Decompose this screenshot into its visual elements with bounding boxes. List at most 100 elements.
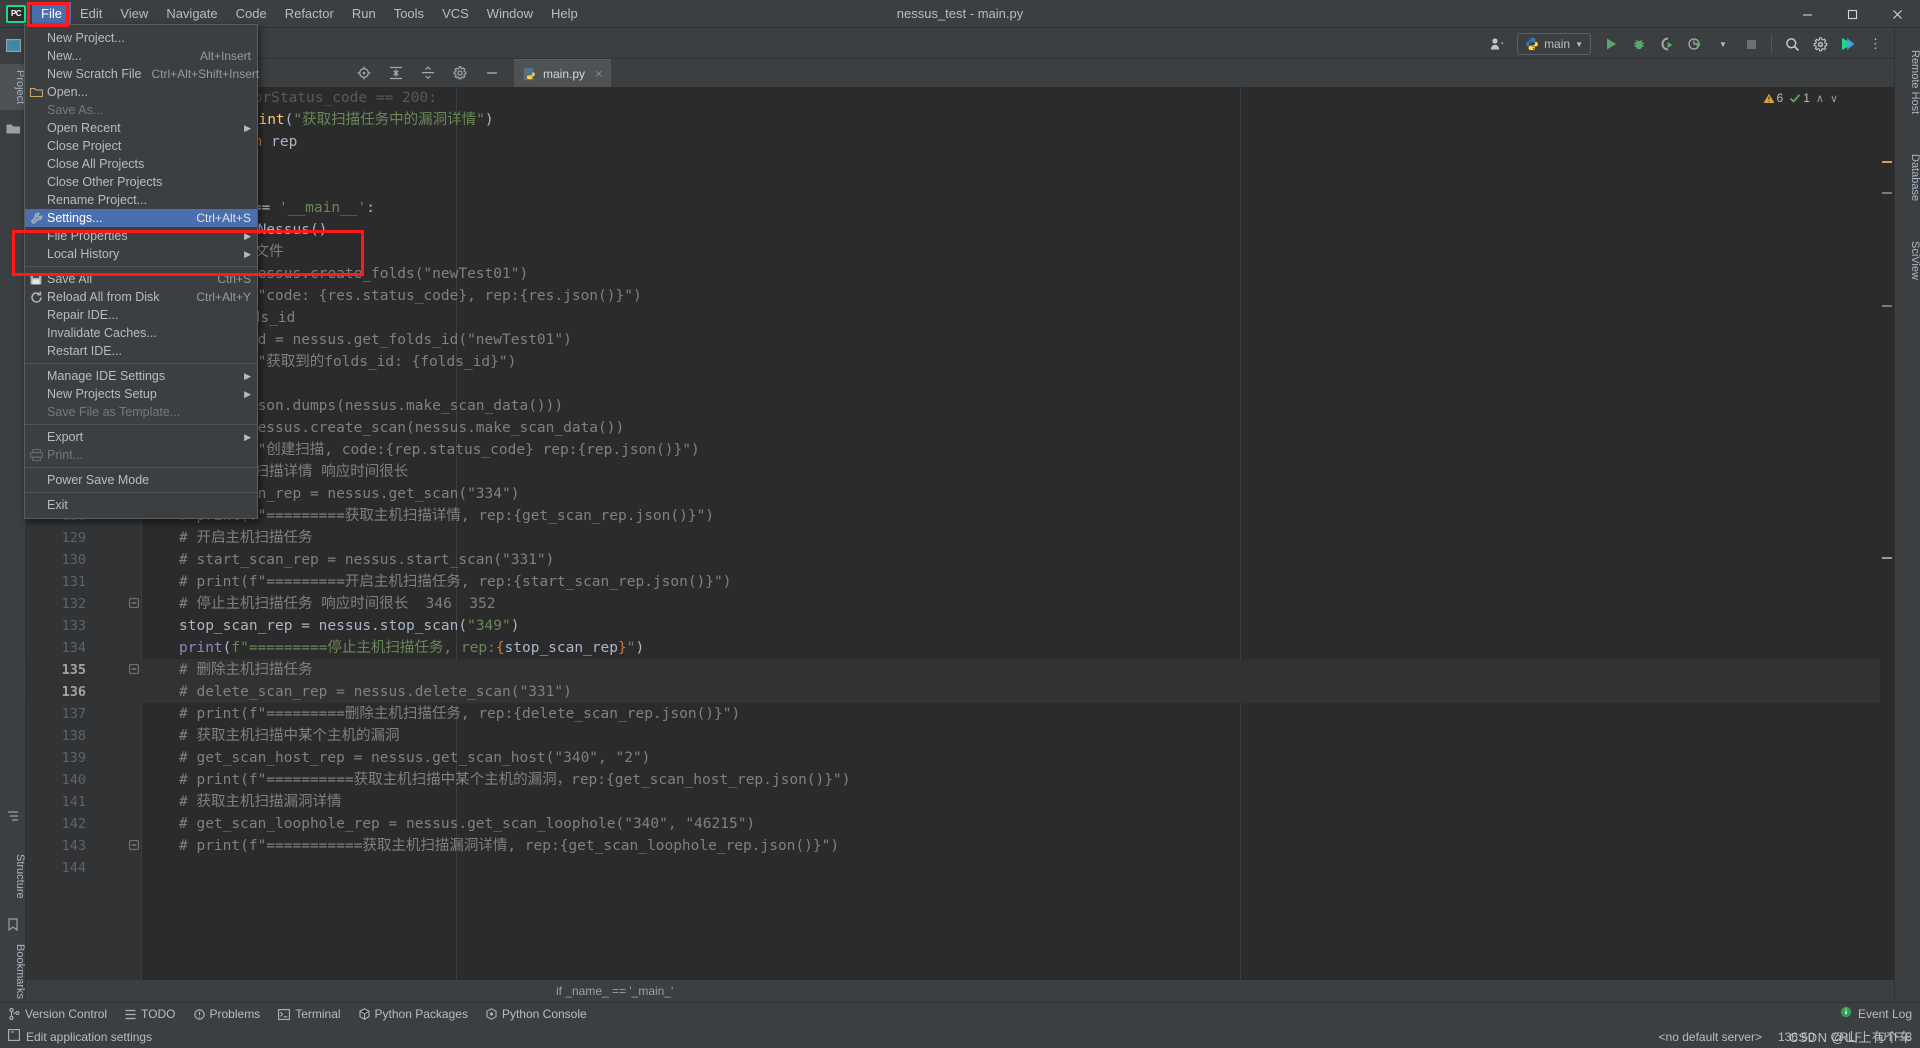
sidebar-item-bookmarks[interactable]: Bookmarks xyxy=(0,938,26,1005)
menu-item-save-all[interactable]: Save All Ctrl+S xyxy=(25,270,257,288)
menu-item-repair-ide[interactable]: Repair IDE... xyxy=(25,306,257,324)
edit-settings-icon[interactable] xyxy=(8,1029,20,1044)
menu-item-open-recent[interactable]: Open Recent ▶ xyxy=(25,119,257,137)
code-line[interactable]: 128# print(f"=========获取主机扫描详情, rep:{get… xyxy=(26,505,1894,527)
menu-vcs[interactable]: VCS xyxy=(433,2,478,26)
menu-item-close-other-projects[interactable]: Close Other Projects xyxy=(25,173,257,191)
menu-tools[interactable]: Tools xyxy=(385,2,433,26)
code-line[interactable]: 136 # delete_scan_rep = nessus.delete_sca… xyxy=(26,681,1894,703)
gear-icon[interactable] xyxy=(452,65,468,81)
bottom-item-version-control[interactable]: Version Control xyxy=(0,1003,116,1026)
profile-button[interactable] xyxy=(1683,32,1707,56)
collapse-all-icon[interactable] xyxy=(420,65,436,81)
bottom-item-python-console[interactable]: Python Console xyxy=(477,1003,596,1026)
bookmarks-folder-icon[interactable] xyxy=(0,116,26,142)
menu-edit[interactable]: Edit xyxy=(71,2,111,26)
code-line[interactable]: 113 xyxy=(26,175,1894,197)
code-line[interactable]: 135 # 删除主机扫描任务 xyxy=(26,659,1894,681)
menu-item-rename-project[interactable]: Rename Project... xyxy=(25,191,257,209)
code-line[interactable]: 114if __name__ == '__main__': xyxy=(26,197,1894,219)
menu-item-new[interactable]: New... Alt+Insert xyxy=(25,47,257,65)
search-everywhere-icon[interactable] xyxy=(1780,32,1804,56)
minimize-button[interactable] xyxy=(1785,0,1830,28)
code-line[interactable]: 116# 创建工作文件 xyxy=(26,241,1894,263)
code-line[interactable]: 133 stop_scan_rep = nessus.stop_scan("349… xyxy=(26,615,1894,637)
menu-item-manage-ide-settings[interactable]: Manage IDE Settings ▶ xyxy=(25,367,257,385)
breadcrumb[interactable]: if _name_ == '_main_' xyxy=(26,980,1894,1002)
next-problem-icon[interactable]: ∨ xyxy=(1830,92,1838,105)
code-line[interactable]: 144 xyxy=(26,857,1894,879)
code-line[interactable]: 112 xyxy=(26,153,1894,175)
bottom-item-problems[interactable]: Problems xyxy=(185,1003,270,1026)
menu-help[interactable]: Help xyxy=(542,2,587,26)
code-line[interactable]: 127# get_scan_rep = nessus.get_scan("334… xyxy=(26,483,1894,505)
status-server[interactable]: <no default server> xyxy=(1659,1030,1762,1044)
code-line[interactable]: 138 # 获取主机扫描中某个主机的漏洞 xyxy=(26,725,1894,747)
code-line[interactable]: 134 print(f"=========停止主机扫描任务, rep:{stop_… xyxy=(26,637,1894,659)
menu-item-close-project[interactable]: Close Project xyxy=(25,137,257,155)
close-button[interactable] xyxy=(1875,0,1920,28)
fold-toggle-icon[interactable] xyxy=(128,598,139,609)
bottom-item-terminal[interactable]: Terminal xyxy=(269,1003,349,1026)
profile-dropdown-icon[interactable]: ▼ xyxy=(1711,32,1735,56)
bottom-item-todo[interactable]: TODO xyxy=(116,1003,184,1026)
menu-item-export[interactable]: Export ▶ xyxy=(25,428,257,446)
code-line[interactable]: 143 # print(f"===========获取主机扫描漏洞详情, rep:… xyxy=(26,835,1894,857)
fold-toggle-icon[interactable] xyxy=(128,840,139,851)
event-log-button[interactable]: Event Log xyxy=(1840,1005,1912,1023)
debug-button[interactable] xyxy=(1627,32,1651,56)
code-line[interactable]: 132 # 停止主机扫描任务 响应时间很长 346 352 xyxy=(26,593,1894,615)
code-line[interactable]: 109if reprStatus_code == 200: xyxy=(26,87,1894,109)
menu-code[interactable]: Code xyxy=(227,2,276,26)
settings-gear-icon[interactable] xyxy=(1808,32,1832,56)
run-button[interactable] xyxy=(1599,32,1623,56)
target-icon[interactable] xyxy=(356,65,372,81)
code-line[interactable]: 111return rep xyxy=(26,131,1894,153)
menu-item-reload-all-from-disk[interactable]: Reload All from Disk Ctrl+Alt+Y xyxy=(25,288,257,306)
project-window-icon[interactable] xyxy=(0,32,26,58)
menu-item-exit[interactable]: Exit xyxy=(25,496,257,514)
sidebar-item-sciview[interactable]: SciView xyxy=(1895,235,1920,286)
expand-all-icon[interactable] xyxy=(388,65,404,81)
code-content[interactable]: 109if reprStatus_code == 200:110print("获… xyxy=(26,87,1894,980)
code-line[interactable]: 142 # get_scan_loophole_rep = nessus.get_… xyxy=(26,813,1894,835)
menu-window[interactable]: Window xyxy=(478,2,542,26)
code-line[interactable]: 115nessus = Nessus() xyxy=(26,219,1894,241)
menu-item-restart-ide[interactable]: Restart IDE... xyxy=(25,342,257,360)
code-line[interactable]: 137 # print(f"=========删除主机扫描任务, rep:{del… xyxy=(26,703,1894,725)
menu-item-open[interactable]: Open... xyxy=(25,83,257,101)
menu-item-settings[interactable]: Settings... Ctrl+Alt+S xyxy=(25,209,257,227)
fold-toggle-icon[interactable] xyxy=(128,664,139,675)
sidebar-item-remote-host[interactable]: Remote Host xyxy=(1895,44,1920,120)
code-line[interactable]: 123# print(json.dumps(nessus.make_scan_d… xyxy=(26,395,1894,417)
menu-item-file-properties[interactable]: File Properties ▶ xyxy=(25,227,257,245)
menu-item-local-history[interactable]: Local History ▶ xyxy=(25,245,257,263)
code-line[interactable]: 125# print(f"创建扫描, code:{rep.status_code… xyxy=(26,439,1894,461)
code-line[interactable]: 124# rep = nessus.create_scan(nessus.mak… xyxy=(26,417,1894,439)
previous-problem-icon[interactable]: ∧ xyxy=(1816,92,1824,105)
code-line[interactable]: 129 # 开启主机扫描任务 xyxy=(26,527,1894,549)
run-configuration-selector[interactable]: main ▼ xyxy=(1517,33,1591,55)
hide-tool-window-icon[interactable] xyxy=(484,65,500,81)
run-with-coverage-button[interactable] xyxy=(1655,32,1679,56)
updates-icon[interactable] xyxy=(1836,32,1860,56)
tab-main-py[interactable]: main.py × xyxy=(514,59,611,87)
code-line[interactable]: 131 # print(f"=========开启主机扫描任务, rep:{sta… xyxy=(26,571,1894,593)
code-line[interactable]: 121# print(f"获取到的folds_id: {folds_id}") xyxy=(26,351,1894,373)
menu-item-close-all-projects[interactable]: Close All Projects xyxy=(25,155,257,173)
menu-item-new-scratch-file[interactable]: New Scratch File Ctrl+Alt+Shift+Insert xyxy=(25,65,259,83)
file-menu-dropdown[interactable]: New Project... New... Alt+Insert New Scratc… xyxy=(24,24,259,519)
check-count[interactable]: 1 xyxy=(1789,91,1810,105)
menu-item-invalidate-caches[interactable]: Invalidate Caches... xyxy=(25,324,257,342)
sidebar-item-project[interactable]: Project xyxy=(0,64,26,111)
maximize-button[interactable] xyxy=(1830,0,1875,28)
editor-marker-bar[interactable] xyxy=(1880,87,1894,980)
code-line[interactable]: 141 # 获取主机扫描漏洞详情 xyxy=(26,791,1894,813)
code-line[interactable]: 120# folds_id = nessus.get_folds_id("new… xyxy=(26,329,1894,351)
stop-button[interactable] xyxy=(1739,32,1763,56)
code-editor[interactable]: 109if reprStatus_code == 200:110print("获… xyxy=(26,87,1894,980)
code-line[interactable]: 119# 获取folds_id xyxy=(26,307,1894,329)
menu-item-power-save-mode[interactable]: Power Save Mode xyxy=(25,471,257,489)
menu-run[interactable]: Run xyxy=(343,2,385,26)
code-line[interactable]: 110print("获取扫描任务中的漏洞详情") xyxy=(26,109,1894,131)
